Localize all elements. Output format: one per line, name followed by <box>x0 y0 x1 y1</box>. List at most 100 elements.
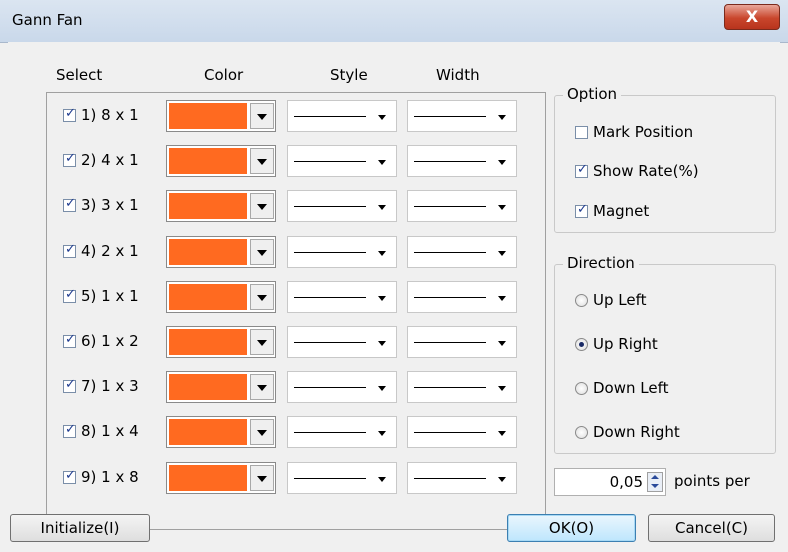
width-dropdown[interactable] <box>407 100 517 132</box>
check-icon: ✓ <box>65 151 76 167</box>
line-style-preview <box>294 432 366 434</box>
style-dropdown[interactable] <box>287 280 397 313</box>
direction-label: Up Left <box>593 291 647 309</box>
chevron-down-icon <box>257 294 267 301</box>
cancel-button[interactable]: Cancel(C) <box>648 514 775 542</box>
line-width-preview <box>414 251 486 253</box>
line-style-preview <box>294 161 366 163</box>
header-width: Width <box>436 66 480 84</box>
color-dropdown[interactable] <box>166 190 276 223</box>
row-checkbox[interactable]: ✓ <box>63 377 76 394</box>
line-width-preview <box>414 116 486 117</box>
radio-icon <box>575 382 588 395</box>
dropdown-button[interactable] <box>250 283 274 310</box>
style-dropdown[interactable] <box>287 461 397 494</box>
row-label: 1) 8 x 1 <box>81 106 139 124</box>
points-per-label: points per <box>674 472 750 490</box>
radio-dot <box>579 342 584 347</box>
row-checkbox[interactable]: ✓ <box>63 196 76 213</box>
row-checkbox[interactable]: ✓ <box>63 151 76 168</box>
spin-down-icon[interactable] <box>651 484 659 488</box>
row-checkbox[interactable]: ✓ <box>63 287 76 303</box>
initialize-button[interactable]: Initialize(I) <box>10 514 150 542</box>
direction-label: Down Right <box>593 423 680 441</box>
chevron-down-icon <box>498 386 506 392</box>
dropdown-button[interactable] <box>250 193 274 220</box>
line-style-preview <box>294 387 366 389</box>
dropdown-button[interactable] <box>250 464 274 491</box>
style-dropdown[interactable] <box>287 145 397 178</box>
color-dropdown[interactable] <box>166 235 276 268</box>
lines-table: ✓ 1) 8 x 1 ✓ 2) 4 x 1 ✓ 3) 3 x 1 ✓ 4) 2 x 1 ✓ 5) … <box>46 92 546 530</box>
color-swatch <box>169 419 247 446</box>
chevron-down-icon <box>378 250 386 256</box>
chevron-down-icon <box>378 341 386 346</box>
direction-label: Down Left <box>593 379 669 397</box>
line-width-preview <box>414 296 486 298</box>
line-row: ✓ 2) 4 x 1 <box>47 143 547 179</box>
row-checkbox[interactable]: ✓ <box>63 332 76 348</box>
line-row: ✓ 3) 3 x 1 <box>47 188 547 224</box>
width-dropdown[interactable] <box>407 280 517 313</box>
style-dropdown[interactable] <box>287 235 397 268</box>
style-dropdown[interactable] <box>287 190 397 223</box>
color-dropdown[interactable] <box>166 461 276 494</box>
chevron-down-icon <box>378 205 386 211</box>
dropdown-button[interactable] <box>250 419 274 446</box>
check-icon: ✓ <box>65 467 76 483</box>
width-dropdown[interactable] <box>407 190 517 223</box>
chevron-down-icon <box>498 115 506 120</box>
style-dropdown[interactable] <box>287 326 397 358</box>
dropdown-button[interactable] <box>250 148 274 175</box>
style-dropdown[interactable] <box>287 416 397 449</box>
spin-up-icon[interactable] <box>651 475 659 479</box>
color-dropdown[interactable] <box>166 416 276 449</box>
row-checkbox[interactable]: ✓ <box>63 467 76 484</box>
row-checkbox[interactable]: ✓ <box>63 106 76 122</box>
radio-icon <box>575 294 588 307</box>
chevron-down-icon <box>378 476 386 482</box>
dropdown-button[interactable] <box>250 103 274 129</box>
direction-group-title: Direction <box>563 254 639 272</box>
color-dropdown[interactable] <box>166 326 276 358</box>
dropdown-button[interactable] <box>250 329 274 355</box>
dropdown-button[interactable] <box>250 374 274 401</box>
check-icon: ✓ <box>577 202 588 217</box>
ok-button[interactable]: OK(O) <box>507 514 636 542</box>
chevron-down-icon <box>257 430 267 437</box>
chevron-down-icon <box>378 431 386 437</box>
width-dropdown[interactable] <box>407 461 517 494</box>
dropdown-button[interactable] <box>250 238 274 265</box>
width-dropdown[interactable] <box>407 326 517 358</box>
color-dropdown[interactable] <box>166 100 276 132</box>
spinner-buttons[interactable] <box>647 472 663 492</box>
width-dropdown[interactable] <box>407 145 517 178</box>
style-dropdown[interactable] <box>287 371 397 404</box>
row-checkbox[interactable]: ✓ <box>63 422 76 439</box>
points-spinner[interactable]: 0,05 <box>554 468 666 496</box>
chevron-down-icon <box>498 295 506 301</box>
style-dropdown[interactable] <box>287 100 397 132</box>
close-button[interactable]: X <box>724 4 780 30</box>
row-checkbox[interactable]: ✓ <box>63 242 76 258</box>
color-dropdown[interactable] <box>166 280 276 313</box>
chevron-down-icon <box>257 159 267 166</box>
color-dropdown[interactable] <box>166 145 276 178</box>
row-label: 2) 4 x 1 <box>81 151 139 170</box>
line-style-preview <box>294 342 366 343</box>
width-dropdown[interactable] <box>407 371 517 404</box>
line-row: ✓ 4) 2 x 1 <box>47 234 547 270</box>
check-icon: ✓ <box>577 162 588 177</box>
color-swatch <box>169 193 247 220</box>
check-icon: ✓ <box>65 106 76 121</box>
width-dropdown[interactable] <box>407 235 517 268</box>
color-swatch <box>169 238 247 265</box>
option-group: Option Mark Position ✓ Show Rate(%) ✓ Ma… <box>554 85 776 233</box>
color-dropdown[interactable] <box>166 371 276 404</box>
width-dropdown[interactable] <box>407 416 517 449</box>
header-color: Color <box>204 66 244 84</box>
chevron-down-icon <box>378 386 386 392</box>
line-row: ✓ 6) 1 x 2 <box>47 324 547 360</box>
mark-position-label: Mark Position <box>593 123 694 141</box>
header-select: Select <box>56 66 103 84</box>
